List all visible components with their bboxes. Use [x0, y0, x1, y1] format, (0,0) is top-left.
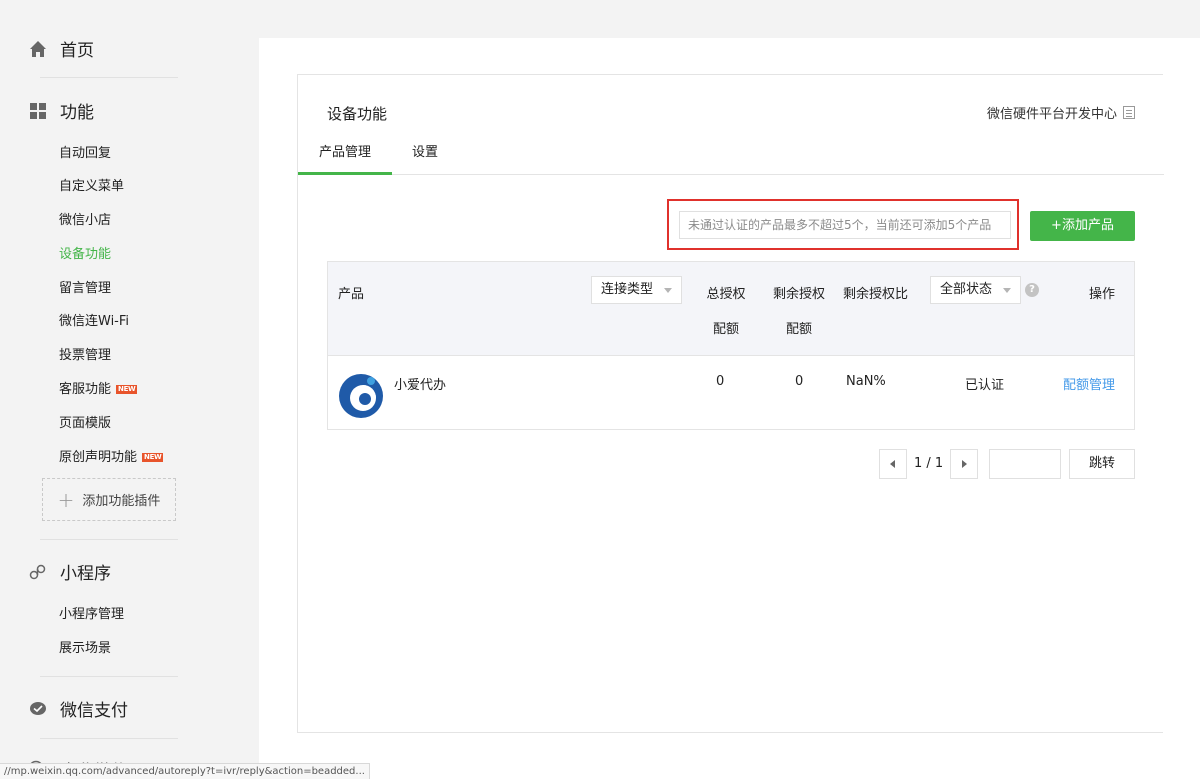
sidebar-item-wifi[interactable]: 微信连Wi-Fi: [59, 310, 129, 329]
connect-type-select[interactable]: 连接类型: [591, 276, 682, 304]
sidebar-divider: [40, 738, 178, 739]
product-table: 产品 连接类型 总授权 配额 剩余授权 配额 剩余授权比 全部状态 ? 操作 小…: [327, 261, 1135, 430]
nav-miniprogram[interactable]: 小程序: [28, 559, 111, 584]
nav-functions[interactable]: 功能: [28, 98, 94, 123]
dev-center-link[interactable]: 微信硬件平台开发中心: [987, 103, 1135, 122]
dev-center-label: 微信硬件平台开发中心: [986, 107, 1117, 122]
sidebar-item-page-template[interactable]: 页面模版: [59, 412, 111, 431]
miniprogram-icon: [28, 562, 48, 582]
status-filter-select[interactable]: 全部状态: [930, 276, 1021, 304]
col-total-quota-line2: 配额: [712, 322, 739, 337]
product-name: 小爱代办: [394, 378, 447, 393]
col-remaining-quota: 剩余授权 配额: [771, 283, 827, 337]
grid-icon: [28, 101, 48, 121]
status-value: 已认证: [965, 378, 1005, 393]
document-icon: [1123, 106, 1135, 119]
sidebar-divider: [40, 676, 178, 677]
total-quota-value: 0: [716, 374, 725, 389]
sidebar: 首页 功能 自动回复 自定义菜单 微信小店 设备功能 留言管理 微信连Wi-Fi…: [0, 0, 258, 779]
tab-product-manage[interactable]: 产品管理: [298, 145, 392, 175]
sidebar-item-custom-menu[interactable]: 自定义菜单: [59, 175, 124, 194]
chevron-right-icon: [962, 460, 967, 468]
quota-manage-link[interactable]: 配额管理: [1063, 374, 1115, 393]
connect-type-label: 连接类型: [601, 282, 654, 297]
tab-bar: 产品管理 设置: [298, 145, 1164, 175]
remaining-ratio-value: NaN%: [846, 374, 886, 389]
sidebar-item-original-declaration[interactable]: 原创声明功能 NEW: [59, 446, 164, 465]
col-total-quota: 总授权 配额: [706, 283, 746, 337]
nav-home[interactable]: 首页: [28, 36, 94, 61]
add-plugin-label: 添加功能插件: [82, 494, 161, 509]
nav-wechat-pay[interactable]: 微信支付: [28, 696, 128, 721]
jump-button[interactable]: 跳转: [1069, 449, 1135, 479]
col-product: 产品: [338, 287, 365, 302]
new-badge: NEW: [142, 453, 164, 462]
sidebar-item-wechat-store[interactable]: 微信小店: [59, 209, 111, 228]
quota-notice: 未通过认证的产品最多不超过5个，当前还可添加5个产品: [679, 211, 1011, 239]
sidebar-item-label: 原创声明功能: [59, 450, 138, 465]
sidebar-item-label: 客服功能: [59, 382, 112, 397]
quota-notice-highlight: 未通过认证的产品最多不超过5个，当前还可添加5个产品: [667, 199, 1019, 250]
chevron-left-icon: [890, 460, 895, 468]
chevron-down-icon: [1003, 288, 1011, 293]
new-badge: NEW: [116, 385, 138, 394]
col-remaining-ratio: 剩余授权比: [843, 287, 909, 302]
nav-miniprogram-label: 小程序: [60, 564, 111, 584]
sidebar-divider: [40, 77, 178, 78]
nav-wechat-pay-label: 微信支付: [60, 701, 128, 721]
chevron-down-icon: [664, 288, 672, 293]
sidebar-item-comment-manage[interactable]: 留言管理: [59, 277, 111, 296]
tab-settings[interactable]: 设置: [412, 145, 438, 175]
sidebar-item-customer-service[interactable]: 客服功能 NEW: [59, 378, 138, 397]
col-action: 操作: [1089, 287, 1116, 302]
browser-status-url: //mp.weixin.qq.com/advanced/autoreply?t=…: [0, 763, 370, 779]
device-function-panel: 设备功能 微信硬件平台开发中心 产品管理 设置 未通过认证的产品最多不超过5个，…: [297, 74, 1164, 733]
help-icon[interactable]: ?: [1025, 283, 1039, 297]
sidebar-divider: [40, 539, 178, 540]
page-indicator: 1 / 1: [914, 456, 944, 471]
home-icon: [28, 39, 48, 59]
sidebar-item-device-function[interactable]: 设备功能: [59, 243, 111, 262]
sidebar-item-miniprogram-manage[interactable]: 小程序管理: [59, 603, 124, 622]
prev-page-button[interactable]: [879, 449, 907, 479]
sidebar-item-autoreply[interactable]: 自动回复: [59, 142, 111, 161]
product-logo: [339, 374, 383, 418]
add-product-button[interactable]: +添加产品: [1030, 211, 1135, 241]
nav-home-label: 首页: [60, 41, 94, 61]
plus-icon: +: [57, 487, 75, 512]
add-plugin-button[interactable]: + 添加功能插件: [42, 478, 176, 521]
page-title: 设备功能: [327, 105, 388, 123]
status-filter-label: 全部状态: [940, 282, 993, 297]
sidebar-item-display-scene[interactable]: 展示场景: [59, 637, 111, 656]
nav-functions-label: 功能: [60, 103, 94, 123]
remaining-quota-value: 0: [795, 374, 804, 389]
sidebar-item-vote-manage[interactable]: 投票管理: [59, 344, 111, 363]
pay-icon: [28, 699, 48, 719]
col-total-quota-line1: 总授权: [706, 287, 746, 302]
col-remaining-quota-line2: 配额: [785, 322, 812, 337]
next-page-button[interactable]: [950, 449, 978, 479]
table-header: 产品 连接类型 总授权 配额 剩余授权 配额 剩余授权比 全部状态 ? 操作: [328, 262, 1134, 356]
page-jump-input[interactable]: [989, 449, 1061, 479]
col-remaining-quota-line1: 剩余授权: [772, 287, 825, 302]
